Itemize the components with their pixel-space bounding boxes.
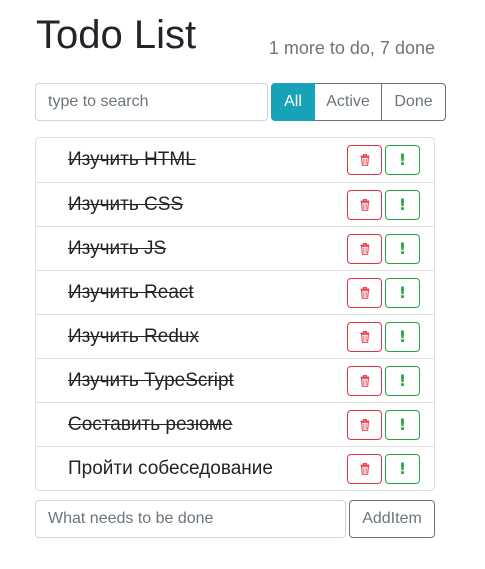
trash-icon [360,331,370,343]
todo-item-label[interactable]: Изучить JS [68,227,166,270]
search-panel: All Active Done [35,83,447,121]
delete-item-button[interactable] [347,410,382,440]
app-header: Todo List 1 more to do, 7 done [35,0,435,70]
todo-item-label[interactable]: Составить резюме [68,403,233,446]
delete-item-button[interactable] [347,145,382,175]
todo-item-label[interactable]: Пройти собеседование [68,447,273,490]
new-item-input[interactable] [35,500,346,538]
exclamation-icon: ! [398,459,407,478]
todo-item: Изучить HTML! [36,138,434,182]
filter-all-button[interactable]: All [271,83,315,121]
exclamation-icon: ! [398,415,407,434]
todo-item: Изучить TypeScript! [36,358,434,402]
mark-important-button[interactable]: ! [385,190,420,220]
trash-icon [360,375,370,387]
todo-item: Пройти собеседование! [36,446,434,490]
delete-item-button[interactable] [347,190,382,220]
trash-icon [360,154,370,166]
todo-list: Изучить HTML! Изучить CSS! Изучить JS! Изуч… [35,137,435,491]
mark-important-button[interactable]: ! [385,234,420,264]
exclamation-icon: ! [398,195,407,214]
todo-item: Изучить JS! [36,226,434,270]
todo-item-label[interactable]: Изучить Redux [68,315,199,358]
delete-item-button[interactable] [347,366,382,396]
exclamation-icon: ! [398,150,407,169]
trash-icon [360,287,370,299]
filter-done-button[interactable]: Done [381,83,446,121]
exclamation-icon: ! [398,239,407,258]
exclamation-icon: ! [398,283,407,302]
mark-important-button[interactable]: ! [385,454,420,484]
exclamation-icon: ! [398,327,407,346]
exclamation-icon: ! [398,371,407,390]
delete-item-button[interactable] [347,454,382,484]
todo-item: Изучить CSS! [36,182,434,226]
todo-item-label[interactable]: Изучить HTML [68,138,196,181]
mark-important-button[interactable]: ! [385,322,420,352]
trash-icon [360,419,370,431]
delete-item-button[interactable] [347,322,382,352]
mark-important-button[interactable]: ! [385,366,420,396]
mark-important-button[interactable]: ! [385,410,420,440]
status-filter: All Active Done [271,83,446,121]
todo-item-label[interactable]: Изучить TypeScript [68,359,234,402]
delete-item-button[interactable] [347,278,382,308]
todo-item: Составить резюме! [36,402,434,446]
search-input[interactable] [35,83,268,121]
trash-icon [360,463,370,475]
filter-active-button[interactable]: Active [314,83,382,121]
todo-item: Изучить Redux! [36,314,434,358]
delete-item-button[interactable] [347,234,382,264]
todo-item-label[interactable]: Изучить CSS [68,183,183,226]
todo-item-label[interactable]: Изучить React [68,271,194,314]
trash-icon [360,199,370,211]
todo-app: Todo List 1 more to do, 7 done All Activ… [35,0,446,538]
trash-icon [360,243,370,255]
mark-important-button[interactable]: ! [385,278,420,308]
page-title: Todo List [36,13,197,57]
mark-important-button[interactable]: ! [385,145,420,175]
add-item-button[interactable]: AddItem [349,500,435,538]
todo-item: Изучить React! [36,270,434,314]
todo-counter: 1 more to do, 7 done [268,38,435,58]
add-item-form: AddItem [35,500,435,538]
